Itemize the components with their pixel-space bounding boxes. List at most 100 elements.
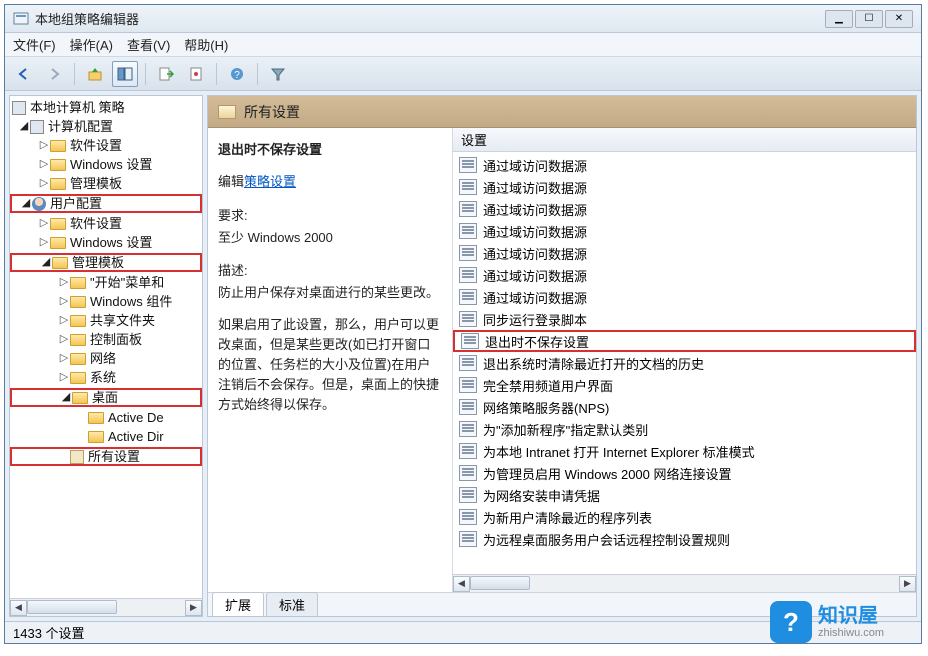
tree-active-dir[interactable]: Active Dir bbox=[10, 427, 202, 446]
tree-all-settings[interactable]: 所有设置 bbox=[10, 447, 202, 466]
setting-item[interactable]: 完全禁用频道用户界面 bbox=[453, 374, 916, 396]
list-hscrollbar[interactable]: ◀ ▶ bbox=[453, 574, 916, 592]
settings-column-header[interactable]: 设置 bbox=[453, 128, 916, 152]
setting-item[interactable]: 通过域访问数据源 bbox=[453, 198, 916, 220]
tree-c-admin[interactable]: ▷管理模板 bbox=[10, 174, 202, 193]
setting-item[interactable]: 通过域访问数据源 bbox=[453, 242, 916, 264]
expand-icon[interactable]: ◢ bbox=[40, 253, 52, 272]
show-hide-tree-button[interactable] bbox=[112, 61, 138, 87]
setting-item[interactable]: 通过域访问数据源 bbox=[453, 286, 916, 308]
setting-item[interactable]: 通过域访问数据源 bbox=[453, 176, 916, 198]
setting-item[interactable]: 为远程桌面服务用户会话远程控制设置规则 bbox=[453, 528, 916, 550]
tree-user-config[interactable]: ◢用户配置 bbox=[10, 194, 202, 213]
expand-icon[interactable]: ▷ bbox=[58, 349, 70, 368]
menu-help[interactable]: 帮助(H) bbox=[184, 35, 228, 54]
expand-icon[interactable]: ◢ bbox=[18, 117, 30, 136]
scroll-right-button[interactable]: ▶ bbox=[185, 600, 202, 616]
tree-win-components[interactable]: ▷Windows 组件 bbox=[10, 292, 202, 311]
tree-u-windows[interactable]: ▷ Windows 设置 bbox=[10, 233, 202, 252]
export-button[interactable] bbox=[153, 61, 179, 87]
setting-item[interactable]: 同步运行登录脚本 bbox=[453, 308, 916, 330]
tree-c-windows[interactable]: ▷Windows 设置 bbox=[10, 155, 202, 174]
menu-view[interactable]: 查看(V) bbox=[127, 35, 170, 54]
right-header: 所有设置 bbox=[208, 96, 916, 128]
tree-pane: 本地计算机 策略 ◢计算机配置 ▷软件设置 ▷Windows 设置 ▷管理模板 … bbox=[9, 95, 203, 617]
expand-icon[interactable]: ▷ bbox=[38, 233, 50, 252]
toolbar: ? bbox=[5, 57, 921, 91]
menu-file[interactable]: 文件(F) bbox=[13, 35, 56, 54]
scroll-right-button[interactable]: ▶ bbox=[899, 576, 916, 592]
scroll-thumb[interactable] bbox=[27, 600, 117, 614]
setting-item-label: 完全禁用频道用户界面 bbox=[483, 376, 613, 395]
setting-item[interactable]: 通过域访问数据源 bbox=[453, 220, 916, 242]
folder-icon bbox=[70, 315, 86, 327]
settings-list-panel: 设置 通过域访问数据源通过域访问数据源通过域访问数据源通过域访问数据源通过域访问… bbox=[452, 128, 916, 592]
folder-icon bbox=[50, 140, 66, 152]
properties-button[interactable] bbox=[183, 61, 209, 87]
scroll-track[interactable] bbox=[470, 576, 899, 592]
setting-item[interactable]: 网络策略服务器(NPS) bbox=[453, 396, 916, 418]
expand-icon[interactable]: ▷ bbox=[38, 214, 50, 233]
tree-u-admin[interactable]: ◢管理模板 bbox=[10, 253, 202, 272]
tree-shared-folders[interactable]: ▷共享文件夹 bbox=[10, 311, 202, 330]
expand-icon[interactable]: ▷ bbox=[38, 174, 50, 193]
setting-item[interactable]: 为本地 Intranet 打开 Internet Explorer 标准模式 bbox=[453, 440, 916, 462]
tree-c-software[interactable]: ▷软件设置 bbox=[10, 136, 202, 155]
setting-item[interactable]: 为新用户清除最近的程序列表 bbox=[453, 506, 916, 528]
tree-label: Windows 设置 bbox=[70, 233, 152, 252]
help-button[interactable]: ? bbox=[224, 61, 250, 87]
tree-control-panel[interactable]: ▷控制面板 bbox=[10, 330, 202, 349]
policy-icon bbox=[459, 465, 477, 481]
policy-icon bbox=[459, 245, 477, 261]
close-button[interactable]: ✕ bbox=[885, 10, 913, 28]
setting-item[interactable]: 退出时不保存设置 bbox=[453, 330, 916, 352]
setting-item[interactable]: 通过域访问数据源 bbox=[453, 264, 916, 286]
tab-extended[interactable]: 扩展 bbox=[212, 592, 264, 616]
scroll-thumb[interactable] bbox=[470, 576, 530, 590]
tree-active-de[interactable]: Active De bbox=[10, 408, 202, 427]
tree-desktop[interactable]: ◢桌面 bbox=[10, 388, 202, 407]
policy-tree[interactable]: 本地计算机 策略 ◢计算机配置 ▷软件设置 ▷Windows 设置 ▷管理模板 … bbox=[10, 96, 202, 598]
minimize-button[interactable]: ▁ bbox=[825, 10, 853, 28]
setting-item[interactable]: 为管理员启用 Windows 2000 网络连接设置 bbox=[453, 462, 916, 484]
svg-text:?: ? bbox=[234, 70, 240, 81]
edit-label: 编辑 bbox=[218, 174, 244, 189]
forward-button[interactable] bbox=[41, 61, 67, 87]
scroll-left-button[interactable]: ◀ bbox=[453, 576, 470, 592]
policy-icon bbox=[459, 509, 477, 525]
setting-item[interactable]: 为网络安装申请凭据 bbox=[453, 484, 916, 506]
watermark-cn: 知识屋 bbox=[818, 605, 884, 627]
maximize-button[interactable]: ☐ bbox=[855, 10, 883, 28]
scroll-left-button[interactable]: ◀ bbox=[10, 600, 27, 616]
tree-start-menu[interactable]: ▷"开始"菜单和 bbox=[10, 273, 202, 292]
expand-icon[interactable]: ▷ bbox=[58, 292, 70, 311]
tab-standard[interactable]: 标准 bbox=[266, 592, 318, 616]
expand-icon[interactable]: ▷ bbox=[38, 136, 50, 155]
expand-icon[interactable]: ▷ bbox=[58, 330, 70, 349]
expand-icon[interactable]: ▷ bbox=[38, 155, 50, 174]
tree-root[interactable]: 本地计算机 策略 bbox=[10, 98, 202, 117]
tree-u-software[interactable]: ▷软件设置 bbox=[10, 214, 202, 233]
tree-hscrollbar[interactable]: ◀ ▶ bbox=[10, 598, 202, 616]
expand-icon[interactable]: ◢ bbox=[20, 194, 32, 213]
tree-network[interactable]: ▷网络 bbox=[10, 349, 202, 368]
scroll-track[interactable] bbox=[27, 600, 185, 616]
setting-item[interactable]: 退出系统时清除最近打开的文档的历史 bbox=[453, 352, 916, 374]
expand-icon[interactable]: ◢ bbox=[60, 388, 72, 407]
main-split: 本地计算机 策略 ◢计算机配置 ▷软件设置 ▷Windows 设置 ▷管理模板 … bbox=[5, 91, 921, 621]
setting-item[interactable]: 通过域访问数据源 bbox=[453, 154, 916, 176]
setting-item[interactable]: 为"添加新程序"指定默认类别 bbox=[453, 418, 916, 440]
expand-icon[interactable]: ▷ bbox=[58, 273, 70, 292]
back-button[interactable] bbox=[11, 61, 37, 87]
separator bbox=[216, 63, 217, 85]
tree-system[interactable]: ▷系统 bbox=[10, 368, 202, 387]
expand-icon[interactable]: ▷ bbox=[58, 368, 70, 387]
up-button[interactable] bbox=[82, 61, 108, 87]
menu-action[interactable]: 操作(A) bbox=[70, 35, 113, 54]
filter-button[interactable] bbox=[265, 61, 291, 87]
settings-icon bbox=[70, 450, 84, 464]
edit-policy-link[interactable]: 策略设置 bbox=[244, 174, 296, 189]
tree-computer-config[interactable]: ◢计算机配置 bbox=[10, 117, 202, 136]
settings-list[interactable]: 通过域访问数据源通过域访问数据源通过域访问数据源通过域访问数据源通过域访问数据源… bbox=[453, 152, 916, 574]
expand-icon[interactable]: ▷ bbox=[58, 311, 70, 330]
